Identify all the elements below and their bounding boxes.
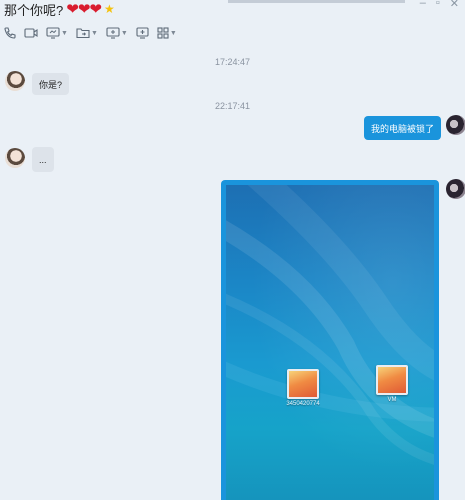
- chat-window: 那个你呢? ❤ ❤ ❤ ★ – ▫ ✕ ▼ ▼ ▼ ▼ 17:24:47 你是?…: [0, 0, 465, 500]
- chevron-down-icon[interactable]: ▼: [121, 30, 128, 37]
- window-controls: – ▫ ✕: [420, 0, 459, 10]
- remote-desktop-icon: [106, 27, 120, 39]
- video-camera-icon: [24, 28, 38, 38]
- chat-title-bar: 那个你呢? ❤ ❤ ❤ ★: [4, 0, 115, 18]
- phone-icon: [4, 27, 16, 39]
- desktop-screenshot-image[interactable]: 3450420774 VM: [226, 185, 434, 500]
- minimize-icon[interactable]: –: [420, 0, 426, 10]
- hearts-group: ❤ ❤ ❤: [66, 0, 102, 18]
- outgoing-image-message[interactable]: 3450420774 VM: [221, 180, 439, 500]
- remote-desktop-button[interactable]: ▼: [106, 27, 128, 39]
- chevron-down-icon[interactable]: ▼: [61, 30, 68, 37]
- desktop-icon[interactable]: VM: [372, 365, 412, 403]
- my-avatar[interactable]: [446, 179, 465, 199]
- grid-apps-icon: [157, 27, 169, 39]
- my-avatar[interactable]: [446, 115, 465, 135]
- incoming-message-bubble[interactable]: ...: [32, 147, 54, 172]
- incoming-message-bubble[interactable]: 你是?: [32, 73, 70, 95]
- add-app-button[interactable]: [136, 27, 149, 39]
- star-icon: ★: [103, 2, 115, 16]
- window-top-border: [228, 0, 405, 3]
- desktop-icon-label: 3450420774: [286, 401, 320, 407]
- message-timestamp: 17:24:47: [214, 57, 251, 67]
- message-text: ...: [39, 154, 47, 165]
- screen-share-button[interactable]: ▼: [46, 27, 68, 39]
- chat-title: 那个你呢?: [4, 2, 64, 18]
- chat-toolbar: ▼ ▼ ▼ ▼: [4, 25, 185, 41]
- outgoing-message-bubble[interactable]: 我的电脑被锁了: [364, 116, 442, 140]
- message-text: 我的电脑被锁了: [371, 123, 435, 134]
- restore-icon[interactable]: ▫: [436, 0, 440, 10]
- folder-icon: [76, 28, 90, 39]
- broken-heart-icon: ❤: [89, 0, 102, 18]
- contact-avatar[interactable]: [5, 148, 25, 168]
- message-timestamp: 22:17:41: [214, 101, 251, 111]
- chevron-down-icon[interactable]: ▼: [91, 30, 98, 37]
- picture-icon: [287, 369, 319, 399]
- screen-share-icon: [46, 27, 60, 39]
- desktop-icon-label: VM: [387, 397, 397, 403]
- close-icon[interactable]: ✕: [450, 0, 459, 10]
- video-call-button[interactable]: [24, 27, 38, 39]
- wallpaper-swoosh: [226, 185, 434, 465]
- voice-call-button[interactable]: [4, 27, 16, 39]
- desktop-icon[interactable]: 3450420774: [283, 369, 323, 407]
- contact-avatar[interactable]: [5, 71, 25, 91]
- message-text: 你是?: [39, 79, 63, 90]
- picture-icon: [376, 365, 408, 395]
- chevron-down-icon[interactable]: ▼: [170, 30, 177, 37]
- send-file-button[interactable]: ▼: [76, 27, 98, 39]
- add-app-icon: [136, 27, 149, 39]
- more-apps-button[interactable]: ▼: [157, 27, 177, 39]
